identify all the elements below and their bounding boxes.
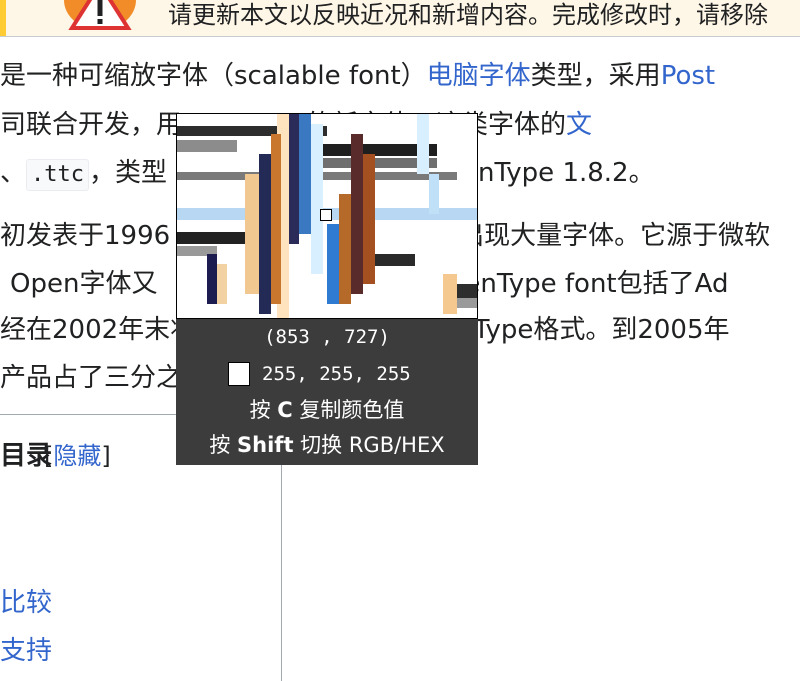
text-span: Open字体又 [10,269,158,299]
notice-stripe [0,0,6,36]
warning-icon [64,0,136,30]
hint-copy: 按 C 复制颜色值 [176,395,478,425]
hint-text: 按 [209,433,238,457]
bracket-close: ] [101,442,111,470]
update-notice-banner: 请更新本文以反映近况和新增内容。完成修改时，请移除 [0,0,800,37]
text-span: 类型，采用 [530,61,661,91]
hint-key-c: C [277,398,293,422]
bracket-open: [ [44,442,54,470]
hint-switch: 按 Shift 切换 RGB/HEX [176,430,478,460]
hint-text: 切换 RGB/HEX [293,433,445,457]
text-span: 出现大量字体。它源于微软 [458,221,771,251]
magnifier-view [176,113,478,319]
hint-key-shift: Shift [237,433,294,457]
toc-toggle[interactable]: [隐藏] [44,438,111,474]
link-font-file[interactable]: 文 [566,110,592,140]
pixel-coordinates: (853 , 727) [264,326,390,348]
notice-text: 请更新本文以反映近况和新增内容。完成修改时，请移除 [168,1,768,29]
color-swatch [228,362,250,386]
crosshair-cursor [320,209,332,221]
link-computer-font[interactable]: 电脑字体 [427,61,531,91]
toc-hide-link[interactable]: 隐藏 [53,442,101,470]
article-page: 请更新本文以反映近况和新增内容。完成修改时，请移除 是一种可缩放字体（scala… [0,0,800,681]
color-picker-overlay: (853 , 727) 255, 255, 255 按 C 复制颜色值 按 Sh… [176,113,478,465]
code-ttc: .ttc [26,159,89,191]
text-span: 初发表于1996 [0,221,171,251]
text-span: ，类型 [89,158,168,188]
link-postscript[interactable]: Post [661,61,715,91]
hint-text: 复制颜色值 [292,398,405,422]
text-span: 、 [0,158,27,188]
hint-text: 按 [249,398,278,422]
rgb-value: 255, 255, 255 [262,363,411,385]
text-span: 司联合开发，用 [0,110,183,140]
toc-item-support[interactable]: 支持 [0,633,52,669]
paragraph-line-1: 是一种可缩放字体（scalable font）电脑字体类型，采用Post [0,58,715,94]
text-span: 是一种可缩放字体（scalable font） [0,61,427,91]
toc-item-compare[interactable]: 比较 [0,585,52,621]
